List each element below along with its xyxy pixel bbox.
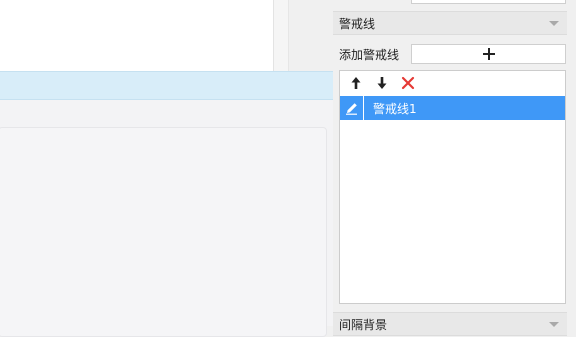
warning-line-section-header[interactable]: 警戒线 — [333, 11, 567, 35]
add-warning-line-row: 添加警戒线 — [333, 43, 576, 65]
properties-panel: 警戒线 添加警戒线 警戒线1 间隔背景 — [333, 0, 576, 336]
pencil-icon — [345, 103, 357, 115]
section-title: 间隔背景 — [339, 317, 388, 332]
panel-scrollbar[interactable] — [567, 0, 576, 326]
list-toolbar — [340, 71, 565, 95]
move-up-button[interactable] — [346, 73, 366, 93]
arrow-down-icon — [377, 77, 387, 89]
edit-item-button[interactable] — [340, 96, 364, 120]
section-title: 警戒线 — [339, 16, 376, 31]
list-item[interactable]: 警戒线1 — [340, 96, 565, 120]
selected-row-highlight[interactable] — [0, 71, 340, 100]
side-strip — [288, 0, 333, 71]
interval-background-section-header[interactable]: 间隔背景 — [333, 312, 567, 336]
plus-icon — [482, 48, 495, 60]
warning-line-list: 警戒线1 — [339, 70, 566, 304]
chart-preview-panel — [0, 0, 274, 71]
add-warning-line-button[interactable] — [411, 44, 566, 64]
workspace-card — [0, 127, 327, 337]
arrow-up-icon — [351, 77, 361, 89]
delete-button[interactable] — [398, 73, 418, 93]
previous-setting-input[interactable] — [411, 0, 566, 4]
move-down-button[interactable] — [372, 73, 392, 93]
list-item-label: 警戒线1 — [373, 101, 417, 116]
add-warning-line-label: 添加警戒线 — [339, 47, 400, 62]
main-canvas-area — [0, 0, 333, 337]
close-icon — [401, 76, 415, 90]
chevron-down-icon[interactable] — [549, 20, 559, 26]
panel-gutter — [274, 0, 288, 71]
